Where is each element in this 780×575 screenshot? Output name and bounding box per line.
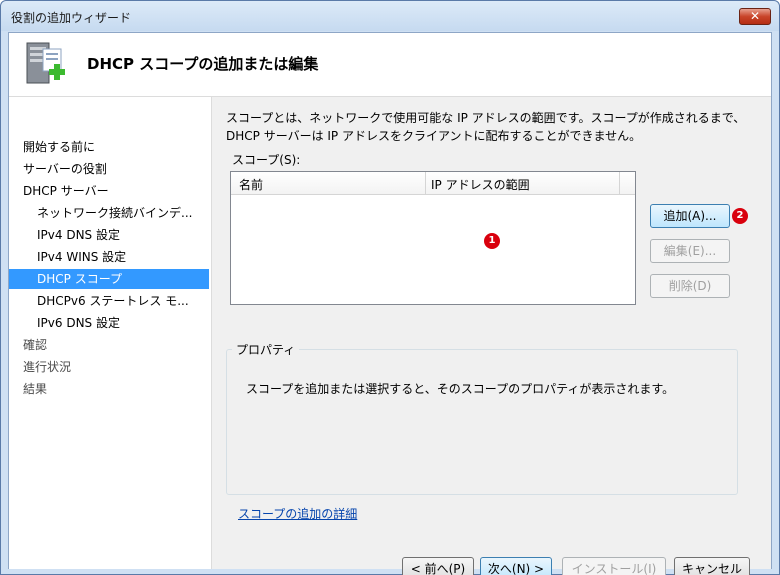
annotation-marker-1: 1 <box>484 233 500 249</box>
wizard-header: DHCP スコープの追加または編集 <box>9 33 771 97</box>
annotation-marker-2: 2 <box>732 208 748 224</box>
nav-item-progress: 進行状況 <box>23 360 72 374</box>
column-separator[interactable] <box>619 172 620 195</box>
nav-item-ipv4-wins[interactable]: IPv4 WINS 設定 <box>9 247 209 267</box>
column-ip-range[interactable]: IP アドレスの範囲 <box>431 176 530 193</box>
cancel-button[interactable]: キャンセル <box>674 557 750 575</box>
nav-item-network-binding[interactable]: ネットワーク接続バインデ... <box>9 203 209 223</box>
nav-item-ipv6-dns[interactable]: IPv6 DNS 設定 <box>9 313 209 333</box>
nav-item-dhcpv6-stateless[interactable]: DHCPv6 ステートレス モ... <box>9 291 209 311</box>
nav-item-dhcp-scope[interactable]: DHCP スコープ <box>9 269 209 289</box>
nav-item-ipv4-dns[interactable]: IPv4 DNS 設定 <box>9 225 209 245</box>
properties-title: プロパティ <box>232 341 300 358</box>
edit-button[interactable]: 編集(E)... <box>650 239 730 263</box>
nav-item-server-roles[interactable]: サーバーの役割 <box>9 159 209 179</box>
add-button[interactable]: 追加(A)... <box>650 204 730 228</box>
wizard-nav: 開始する前に サーバーの役割 DHCP サーバー ネットワーク接続バインデ...… <box>9 97 211 569</box>
properties-text: スコープを追加または選択すると、そのスコープのプロパティが表示されます。 <box>246 382 675 396</box>
delete-button[interactable]: 削除(D) <box>650 274 730 298</box>
wizard-client: DHCP スコープの追加または編集 開始する前に サーバーの役割 DHCP サー… <box>8 32 772 575</box>
listview-header: 名前 IP アドレスの範囲 <box>231 172 635 195</box>
back-button[interactable]: < 前へ(P) <box>402 557 474 575</box>
title-bar[interactable]: 役割の追加ウィザード ✕ <box>1 1 779 31</box>
properties-group <box>226 349 738 495</box>
window-title: 役割の追加ウィザード <box>11 11 132 25</box>
scope-listview[interactable]: 名前 IP アドレスの範囲 <box>230 171 636 305</box>
server-add-icon <box>26 42 65 84</box>
wizard-window: 役割の追加ウィザード ✕ DHCP スコープの追加または編集 開始する前に サー… <box>0 0 780 575</box>
column-separator[interactable] <box>425 172 426 195</box>
nav-item-before-you-begin[interactable]: 開始する前に <box>9 137 209 157</box>
wizard-main: スコープとは、ネットワークで使用可能な IP アドレスの範囲です。スコープが作成… <box>211 97 771 575</box>
scope-detail-link[interactable]: スコープの追加の詳細 <box>238 505 357 522</box>
install-button[interactable]: インストール(I) <box>562 557 666 575</box>
page-title: DHCP スコープの追加または編集 <box>87 55 319 73</box>
column-name[interactable]: 名前 <box>239 176 263 193</box>
scope-description: スコープとは、ネットワークで使用可能な IP アドレスの範囲です。スコープが作成… <box>226 111 746 143</box>
close-button[interactable]: ✕ <box>739 8 771 25</box>
nav-item-results: 結果 <box>23 382 48 396</box>
scope-label: スコープ(S): <box>232 153 301 167</box>
nav-item-confirmation: 確認 <box>23 338 48 352</box>
next-button[interactable]: 次へ(N) > <box>480 557 552 575</box>
nav-item-dhcp-server[interactable]: DHCP サーバー <box>9 181 209 201</box>
